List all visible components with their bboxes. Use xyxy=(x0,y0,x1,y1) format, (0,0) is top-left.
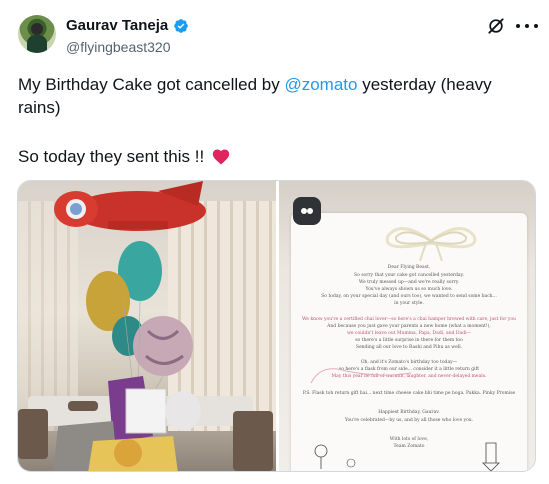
avatar[interactable] xyxy=(18,15,56,53)
zomato-mention-link[interactable]: @zomato xyxy=(284,75,357,94)
avatar-head xyxy=(31,23,43,35)
zomato-letter-card: Dear Flying Beast, So sorry that your ca… xyxy=(291,213,527,471)
red-heart-icon xyxy=(212,149,230,165)
verified-badge-icon xyxy=(174,18,189,33)
more-options-icon[interactable] xyxy=(516,16,538,36)
post-text: My Birthday Cake got cancelled by @zomat… xyxy=(18,73,518,119)
author-name-row[interactable]: Gaurav Taneja xyxy=(66,17,189,34)
letter-doodles xyxy=(310,368,500,471)
author-name[interactable]: Gaurav Taneja xyxy=(66,17,168,34)
letter-photo[interactable]: Dear Flying Beast, So sorry that your ca… xyxy=(279,181,535,471)
balloons-photo[interactable] xyxy=(18,181,276,471)
gift-hamper-illustration xyxy=(53,376,201,471)
post-line2-text: So today they sent this !! xyxy=(18,147,209,166)
post-text-part: My Birthday Cake got cancelled by xyxy=(18,75,285,94)
grok-icon[interactable] xyxy=(486,16,506,36)
avatar-body xyxy=(27,35,47,53)
media-grid[interactable]: Dear Flying Beast, So sorry that your ca… xyxy=(17,180,536,472)
author-handle[interactable]: @flyingbeast320 xyxy=(66,39,171,55)
post-text-line2: So today they sent this !! xyxy=(18,145,231,168)
app-badge-icon xyxy=(293,197,321,225)
